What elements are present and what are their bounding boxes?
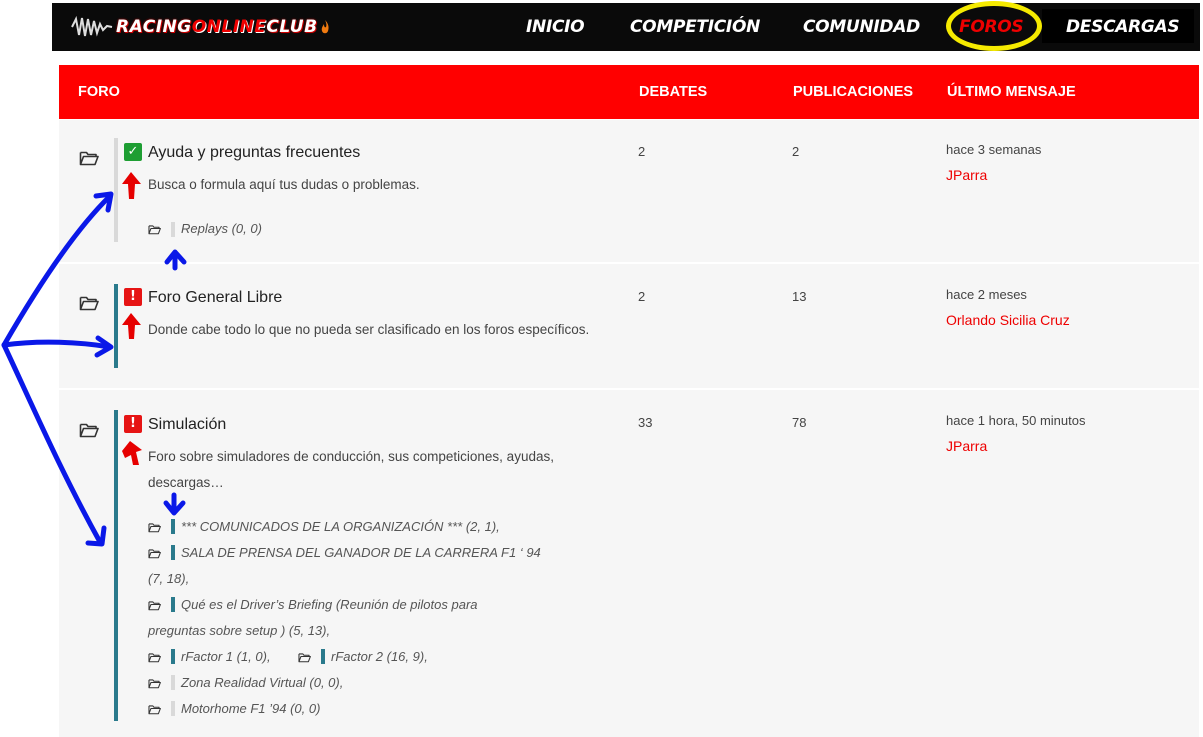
alert-icon: !: [124, 415, 142, 433]
subforum-link[interactable]: Zona Realidad Virtual (0, 0),: [181, 670, 343, 696]
subforum-link[interactable]: rFactor 1 (1, 0),: [181, 644, 271, 670]
folder-open-icon: [148, 548, 161, 559]
last-message-user[interactable]: JParra: [946, 438, 987, 454]
publicaciones-count: 78: [792, 415, 807, 430]
forum-table-header: FORO DEBATES PUBLICACIONES ÚLTIMO MENSAJ…: [59, 65, 1199, 119]
forum-status-bar: [114, 410, 118, 721]
subforum-link[interactable]: *** COMUNICADOS DE LA ORGANIZACIÓN *** (…: [181, 514, 500, 540]
forum-row: ! Simulación Foro sobre simuladores de c…: [59, 390, 1199, 737]
forum-row: ✓ Ayuda y preguntas frecuentes Busca o f…: [59, 120, 1199, 262]
folder-open-icon: [79, 422, 99, 438]
subforum-link[interactable]: Motorhome F1 ’94 (0, 0): [181, 696, 320, 722]
forum-description: Foro sobre simuladores de conducción, su…: [148, 449, 554, 490]
publicaciones-count: 2: [792, 144, 800, 159]
forum-row: ! Foro General Libre Donde cabe todo lo …: [59, 264, 1199, 388]
folder-open-icon: [79, 150, 99, 166]
site-logo[interactable]: RACINGONLINECLUB: [70, 13, 330, 41]
subforum-marker: [321, 649, 325, 664]
folder-open-icon: [298, 652, 311, 663]
folder-open-icon: [148, 652, 161, 663]
forum-status-bar: [114, 284, 118, 368]
subforum-marker: [171, 597, 175, 612]
subforum-link[interactable]: SALA DE PRENSA DEL GANADOR DE LA CARRERA…: [181, 540, 541, 566]
debates-count: 33: [638, 415, 653, 430]
header-ultimo-mensaje: ÚLTIMO MENSAJE: [947, 84, 1076, 100]
nav-comunidad[interactable]: COMUNIDAD: [803, 3, 920, 51]
subforum-marker: [171, 649, 175, 664]
debates-count: 2: [638, 289, 646, 304]
subforum-marker: [171, 701, 175, 716]
folder-open-icon: [148, 224, 161, 235]
folder-open-icon: [148, 600, 161, 611]
nav-descargas[interactable]: DESCARGAS: [1066, 3, 1180, 51]
last-message-time: hace 2 meses: [946, 287, 1027, 302]
forum-title[interactable]: Simulación: [148, 416, 226, 434]
subforum-marker: [171, 675, 175, 690]
subforum-marker: [171, 222, 175, 237]
header-foro: FORO: [78, 84, 120, 100]
folder-open-icon: [148, 678, 161, 689]
forum-title[interactable]: Ayuda y preguntas frecuentes: [148, 144, 360, 162]
subforum-marker: [171, 519, 175, 534]
nav-inicio[interactable]: INICIO: [526, 3, 585, 51]
nav-competicion[interactable]: COMPETICIÓN: [630, 3, 760, 51]
folder-open-icon: [79, 295, 99, 311]
folder-open-icon: [148, 704, 161, 715]
foros-highlight-circle: [946, 1, 1042, 51]
forum-status-bar: [114, 138, 118, 242]
last-message-user[interactable]: JParra: [946, 167, 987, 183]
subforum-link[interactable]: rFactor 2 (16, 9),: [331, 644, 428, 670]
debates-count: 2: [638, 144, 646, 159]
last-message-time: hace 1 hora, 50 minutos: [946, 413, 1086, 428]
check-icon: ✓: [124, 143, 142, 161]
folder-open-icon: [148, 522, 161, 533]
last-message-time: hace 3 semanas: [946, 142, 1042, 157]
alert-icon: !: [124, 288, 142, 306]
header-debates: DEBATES: [639, 84, 708, 100]
subforum-link[interactable]: Replays (0, 0): [181, 216, 262, 242]
subforum-link-continued[interactable]: preguntas sobre setup ) (5, 13),: [148, 618, 330, 644]
subforum-link-continued[interactable]: (7, 18),: [148, 566, 189, 592]
logo-wave-icon: [71, 15, 113, 37]
logo-text: RACINGONLINECLUB: [116, 17, 318, 37]
flame-icon: [321, 20, 329, 34]
last-message-user[interactable]: Orlando Sicilia Cruz: [946, 312, 1070, 328]
publicaciones-count: 13: [792, 289, 807, 304]
forum-title[interactable]: Foro General Libre: [148, 289, 282, 307]
subforum-link[interactable]: Qué es el Driver’s Briefing (Reunión de …: [181, 592, 478, 618]
header-publicaciones: PUBLICACIONES: [793, 84, 914, 100]
forum-description: Donde cabe todo lo que no pueda ser clas…: [148, 322, 590, 337]
forum-description: Busca o formula aquí tus dudas o problem…: [148, 177, 420, 192]
subforum-marker: [171, 545, 175, 560]
